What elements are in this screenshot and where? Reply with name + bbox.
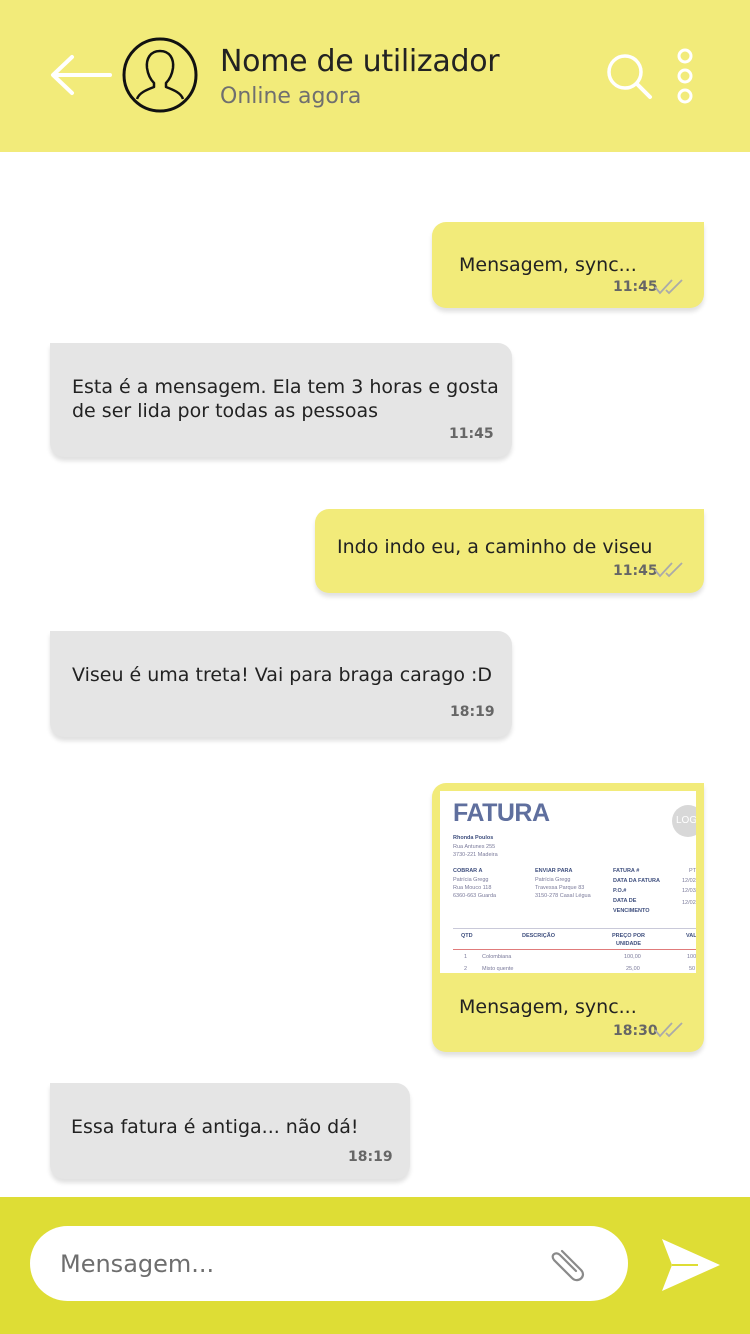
invoice-meta-label: P.O.# bbox=[613, 888, 627, 894]
message-bubble-outgoing[interactable]: Mensagem, sync... 11:45 bbox=[432, 222, 704, 308]
search-button[interactable] bbox=[604, 51, 654, 101]
invoice-ship-to-line: Travessa Parque 83 bbox=[535, 885, 585, 891]
invoice-meta-label: DATA DA FATURA bbox=[613, 878, 660, 884]
invoice-ship-to-label: ENVIAR PARA bbox=[535, 868, 573, 874]
invoice-bill-to-label: COBRAR A bbox=[453, 868, 483, 874]
message-time: 18:30 bbox=[613, 1023, 658, 1039]
invoice-row-val: 100 bbox=[687, 954, 696, 960]
message-text: Essa fatura é antiga... não dá! bbox=[71, 1116, 359, 1138]
double-check-icon bbox=[654, 1022, 683, 1038]
invoice-meta-label: VENCIMENTO bbox=[613, 908, 650, 914]
composer-bar bbox=[0, 1197, 750, 1334]
invoice-row-price: 25,00 bbox=[626, 966, 640, 972]
user-icon bbox=[122, 37, 198, 113]
invoice-header-line bbox=[453, 949, 696, 950]
message-time: 18:19 bbox=[450, 704, 495, 720]
invoice-sender-name: Rhonda Poulos bbox=[453, 835, 494, 841]
message-time: 11:45 bbox=[613, 563, 658, 579]
invoice-row-price: 100,00 bbox=[624, 954, 641, 960]
message-time: 11:45 bbox=[613, 279, 658, 295]
message-bubble-incoming[interactable]: Viseu é uma treta! Vai para braga carago… bbox=[50, 631, 512, 737]
invoice-row-qty: 1 bbox=[464, 954, 468, 960]
avatar[interactable] bbox=[122, 37, 198, 113]
invoice-ship-to-line: Patrícia Gregg bbox=[535, 877, 571, 883]
contact-status: Online agora bbox=[220, 84, 362, 109]
invoice-bill-to-line: Patrícia Gregg bbox=[453, 877, 489, 883]
more-options-button[interactable] bbox=[672, 48, 698, 104]
invoice-row-desc: Colombiana bbox=[482, 954, 512, 960]
double-check-icon bbox=[654, 279, 683, 295]
message-time: 18:19 bbox=[348, 1149, 393, 1165]
invoice-meta-value: 12/03/ bbox=[682, 888, 696, 894]
message-bubble-outgoing[interactable]: Indo indo eu, a caminho de viseu 11:45 bbox=[315, 509, 704, 593]
invoice-logo: LOG bbox=[672, 805, 696, 837]
message-text: Mensagem, sync... bbox=[459, 996, 637, 1018]
invoice-meta-value: 12/02/ bbox=[682, 878, 696, 884]
invoice-col-price-unit: UNIDADE bbox=[616, 941, 642, 947]
contact-name: Nome de utilizador bbox=[220, 44, 500, 79]
invoice-meta-value: PT bbox=[689, 868, 696, 874]
message-time: 11:45 bbox=[449, 426, 494, 442]
back-button[interactable] bbox=[48, 52, 114, 98]
attach-button[interactable] bbox=[544, 1241, 590, 1287]
invoice-col-qty: QTD bbox=[461, 933, 473, 939]
search-icon bbox=[607, 54, 652, 99]
message-bubble-incoming[interactable]: Essa fatura é antiga... não dá! 18:19 bbox=[50, 1083, 410, 1179]
invoice-meta-value: 12/02/ bbox=[682, 900, 696, 906]
invoice-row-desc: Misto quente bbox=[482, 966, 514, 972]
send-icon bbox=[662, 1239, 720, 1291]
send-button[interactable] bbox=[660, 1237, 722, 1293]
paperclip-icon bbox=[551, 1249, 585, 1282]
message-text: Viseu é uma treta! Vai para braga carago… bbox=[72, 664, 493, 686]
message-input[interactable] bbox=[30, 1226, 628, 1301]
arrow-left-icon bbox=[51, 55, 112, 95]
chat-header: Nome de utilizador Online agora bbox=[0, 0, 750, 152]
message-bubble-outgoing[interactable]: FATURA LOG Rhonda Poulos Rua Antunes 255… bbox=[432, 783, 704, 1052]
message-text: Mensagem, sync... bbox=[459, 254, 637, 276]
invoice-row-val: 50 bbox=[689, 966, 696, 972]
message-text: Esta é a mensagem. Ela tem 3 horas e gos… bbox=[72, 376, 499, 422]
message-bubble-incoming[interactable]: Esta é a mensagem. Ela tem 3 horas e gos… bbox=[50, 343, 512, 457]
invoice-bill-to-line: Rua Mouco 118 bbox=[453, 885, 492, 891]
invoice-attachment[interactable]: FATURA LOG Rhonda Poulos Rua Antunes 255… bbox=[440, 791, 696, 973]
invoice-title: FATURA bbox=[453, 799, 550, 827]
invoice-row-qty: 2 bbox=[464, 966, 468, 972]
invoice-sender-line: Rua Antunes 255 bbox=[453, 844, 496, 850]
message-text: Indo indo eu, a caminho de viseu bbox=[337, 536, 653, 558]
invoice-sender-line: 3730-221 Madeira bbox=[453, 852, 498, 858]
invoice-col-desc: DESCRIÇÃO bbox=[522, 933, 556, 939]
invoice-col-val: VAL bbox=[686, 933, 696, 939]
double-check-icon bbox=[654, 562, 683, 578]
invoice-bill-to-line: 6360-663 Guarda bbox=[453, 893, 497, 899]
invoice-col-price: PREÇO POR bbox=[612, 933, 646, 939]
invoice-meta-label: FATURA # bbox=[613, 868, 640, 874]
invoice-meta-label: DATA DE bbox=[613, 898, 637, 904]
more-vertical-icon bbox=[677, 48, 693, 104]
invoice-ship-to-line: 3150-278 Casal Légua bbox=[535, 893, 591, 899]
invoice-divider bbox=[453, 928, 696, 929]
